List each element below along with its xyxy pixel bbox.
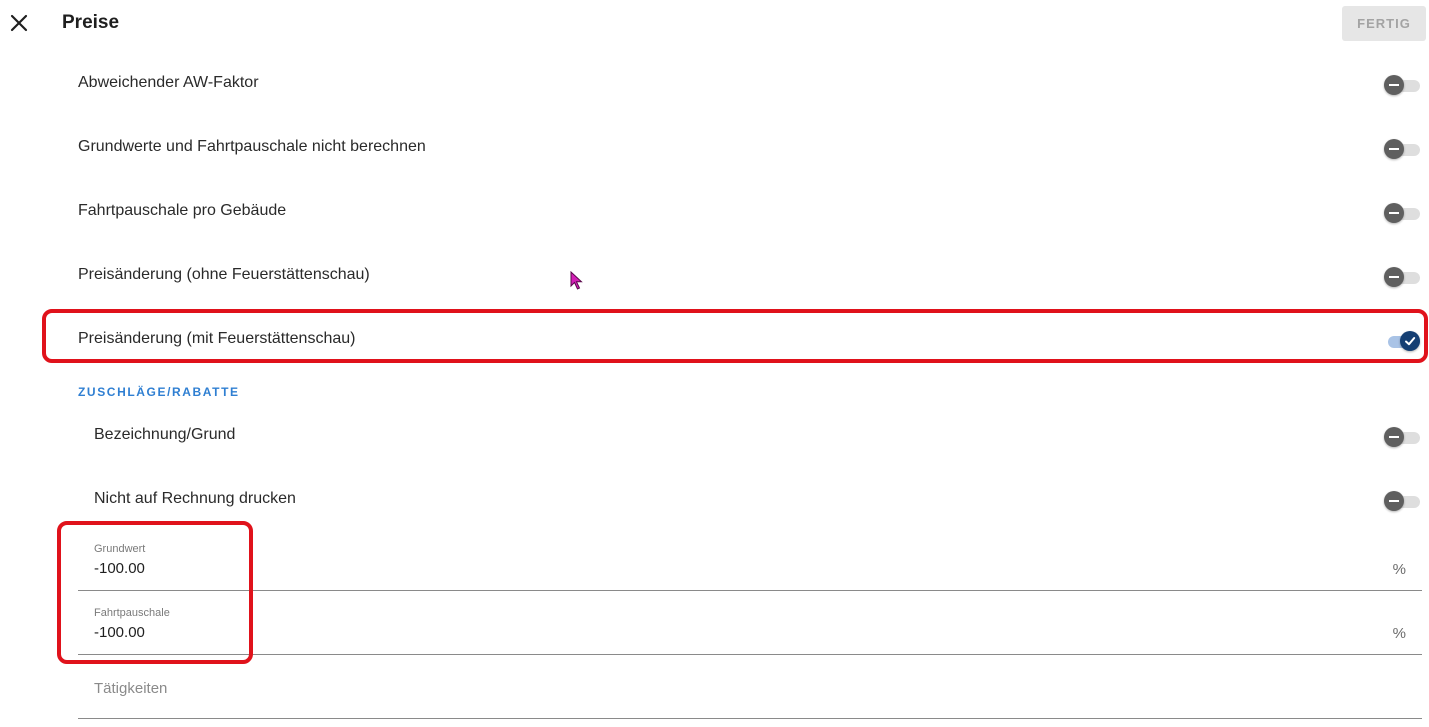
setting-label: Preisänderung (mit Feuerstättenschau) xyxy=(78,330,356,347)
setting-label: Grundwerte und Fahrtpauschale nicht bere… xyxy=(78,138,426,155)
preisaenderung-ohne-toggle[interactable] xyxy=(1384,266,1422,287)
percent-suffix: % xyxy=(1392,625,1406,642)
minus-icon xyxy=(1384,203,1404,223)
minus-icon xyxy=(1384,139,1404,159)
aw-faktor-toggle[interactable] xyxy=(1384,74,1422,95)
fahrtpauschale-gebaeude-toggle[interactable] xyxy=(1384,202,1422,223)
setting-label: Fahrtpauschale pro Gebäude xyxy=(78,202,287,219)
fahrtpauschale-field[interactable]: Fahrtpauschale -100.00 % xyxy=(78,598,1422,655)
taetigkeiten-field[interactable]: Tätigkeiten xyxy=(78,662,1422,719)
bezeichnung-toggle[interactable] xyxy=(1384,426,1422,447)
close-icon xyxy=(10,14,28,32)
dialog-header: Preise FERTIG xyxy=(0,0,1429,48)
page-title: Preise xyxy=(62,12,120,33)
close-button[interactable] xyxy=(8,12,30,34)
setting-label: Preisänderung (ohne Feuerstättenschau) xyxy=(78,266,370,283)
setting-row-grundwerte: Grundwerte und Fahrtpauschale nicht bere… xyxy=(78,128,1422,168)
setting-label: Bezeichnung/Grund xyxy=(94,426,236,443)
percent-suffix: % xyxy=(1392,561,1406,578)
preisaenderung-mit-toggle[interactable] xyxy=(1384,330,1422,351)
minus-icon xyxy=(1384,75,1404,95)
setting-row-preisaenderung-mit: Preisänderung (mit Feuerstättenschau) xyxy=(78,320,1422,360)
minus-icon xyxy=(1384,427,1404,447)
setting-label: Nicht auf Rechnung drucken xyxy=(94,490,296,507)
grundwert-field[interactable]: Grundwert -100.00 % xyxy=(78,534,1422,591)
minus-icon xyxy=(1384,267,1404,287)
setting-row-preisaenderung-ohne: Preisänderung (ohne Feuerstättenschau) xyxy=(78,256,1422,296)
section-title-zuschlaege: ZUSCHLÄGE/RABATTE xyxy=(78,385,240,399)
setting-row-nicht-drucken: Nicht auf Rechnung drucken xyxy=(78,480,1422,520)
done-button[interactable]: FERTIG xyxy=(1342,6,1426,41)
fahrtpauschale-value[interactable]: -100.00 xyxy=(94,624,145,641)
setting-row-aw-faktor: Abweichender AW-Faktor xyxy=(78,64,1422,104)
fahrtpauschale-label: Fahrtpauschale xyxy=(94,607,170,619)
setting-row-bezeichnung: Bezeichnung/Grund xyxy=(78,416,1422,456)
check-icon xyxy=(1400,331,1420,351)
minus-icon xyxy=(1384,491,1404,511)
grundwert-value[interactable]: -100.00 xyxy=(94,560,145,577)
mouse-pointer-icon xyxy=(570,270,584,296)
grundwert-label: Grundwert xyxy=(94,543,146,555)
nicht-drucken-toggle[interactable] xyxy=(1384,490,1422,511)
grundwerte-toggle[interactable] xyxy=(1384,138,1422,159)
taetigkeiten-placeholder: Tätigkeiten xyxy=(94,680,168,697)
setting-label: Abweichender AW-Faktor xyxy=(78,74,259,91)
setting-row-fahrtpauschale-gebaeude: Fahrtpauschale pro Gebäude xyxy=(78,192,1422,232)
